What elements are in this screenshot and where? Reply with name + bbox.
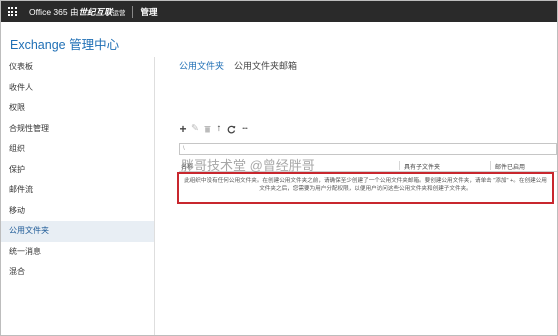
column-divider — [399, 161, 400, 170]
sidebar-item-unified-messaging[interactable]: 统一消息 — [1, 242, 154, 263]
toolbar: + ✎ ↑ ••• — [177, 123, 253, 135]
admin-label[interactable]: 管理 — [140, 6, 157, 18]
tab-public-folder-mailboxes[interactable]: 公用文件夹邮箱 — [234, 59, 297, 72]
topbar-divider — [132, 5, 134, 18]
move-up-icon[interactable]: ↑ — [213, 123, 225, 135]
top-bar: Office 365 由世纪互联运营 管理 — [1, 1, 557, 22]
brand-prefix: Office 365 由 — [29, 6, 79, 17]
add-icon[interactable]: + — [177, 123, 189, 135]
sidebar-item-recipients[interactable]: 收件人 — [1, 78, 154, 99]
brand-name: 世纪互联 — [78, 6, 113, 17]
search-input[interactable]: \ — [179, 143, 557, 155]
page-title: Exchange 管理中心 — [10, 38, 120, 52]
edit-icon[interactable]: ✎ — [189, 123, 201, 135]
table-header: 名称 具有子文件夹 邮件已启用 — [179, 159, 557, 172]
column-header-has-subfolders[interactable]: 具有子文件夹 — [404, 162, 440, 171]
sidebar-item-compliance[interactable]: 合规性管理 — [1, 119, 154, 140]
office365-brand[interactable]: Office 365 由世纪互联运营 — [29, 6, 125, 18]
sidebar-item-public-folders[interactable]: 公用文件夹 — [1, 221, 154, 242]
sidebar-item-hybrid[interactable]: 混合 — [1, 262, 154, 283]
tab-bar: 公用文件夹 公用文件夹邮箱 — [179, 59, 307, 72]
sidebar-item-protection[interactable]: 保护 — [1, 160, 154, 181]
exchange-admin-center-window: Office 365 由世纪互联运营 管理 Exchange 管理中心 仪表板 … — [0, 0, 558, 336]
sidebar-item-dashboard[interactable]: 仪表板 — [1, 57, 154, 78]
column-header-mail-enabled[interactable]: 邮件已启用 — [495, 162, 525, 171]
column-divider — [490, 161, 491, 170]
tab-public-folders[interactable]: 公用文件夹 — [179, 59, 224, 72]
search-placeholder: \ — [183, 146, 185, 152]
more-options-icon[interactable]: ••• — [237, 123, 253, 135]
empty-state-message: 此组织中没有任何公用文件夹。在创建公用文件夹之前，请确保至少创建了一个公用文件夹… — [177, 172, 554, 204]
refresh-icon[interactable] — [225, 125, 237, 134]
sidebar-nav: 仪表板 收件人 权限 合规性管理 组织 保护 邮件流 移动 公用文件夹 统一消息… — [1, 57, 154, 333]
delete-icon[interactable] — [201, 125, 213, 133]
sidebar-item-organization[interactable]: 组织 — [1, 139, 154, 160]
app-launcher-icon[interactable] — [1, 1, 23, 22]
sidebar-divider — [154, 57, 155, 335]
sidebar-item-mobile[interactable]: 移动 — [1, 201, 154, 222]
brand-suffix: 运营 — [112, 9, 126, 17]
sidebar-item-permissions[interactable]: 权限 — [1, 98, 154, 119]
sidebar-item-mail-flow[interactable]: 邮件流 — [1, 180, 154, 201]
column-header-name[interactable]: 名称 — [181, 162, 193, 171]
